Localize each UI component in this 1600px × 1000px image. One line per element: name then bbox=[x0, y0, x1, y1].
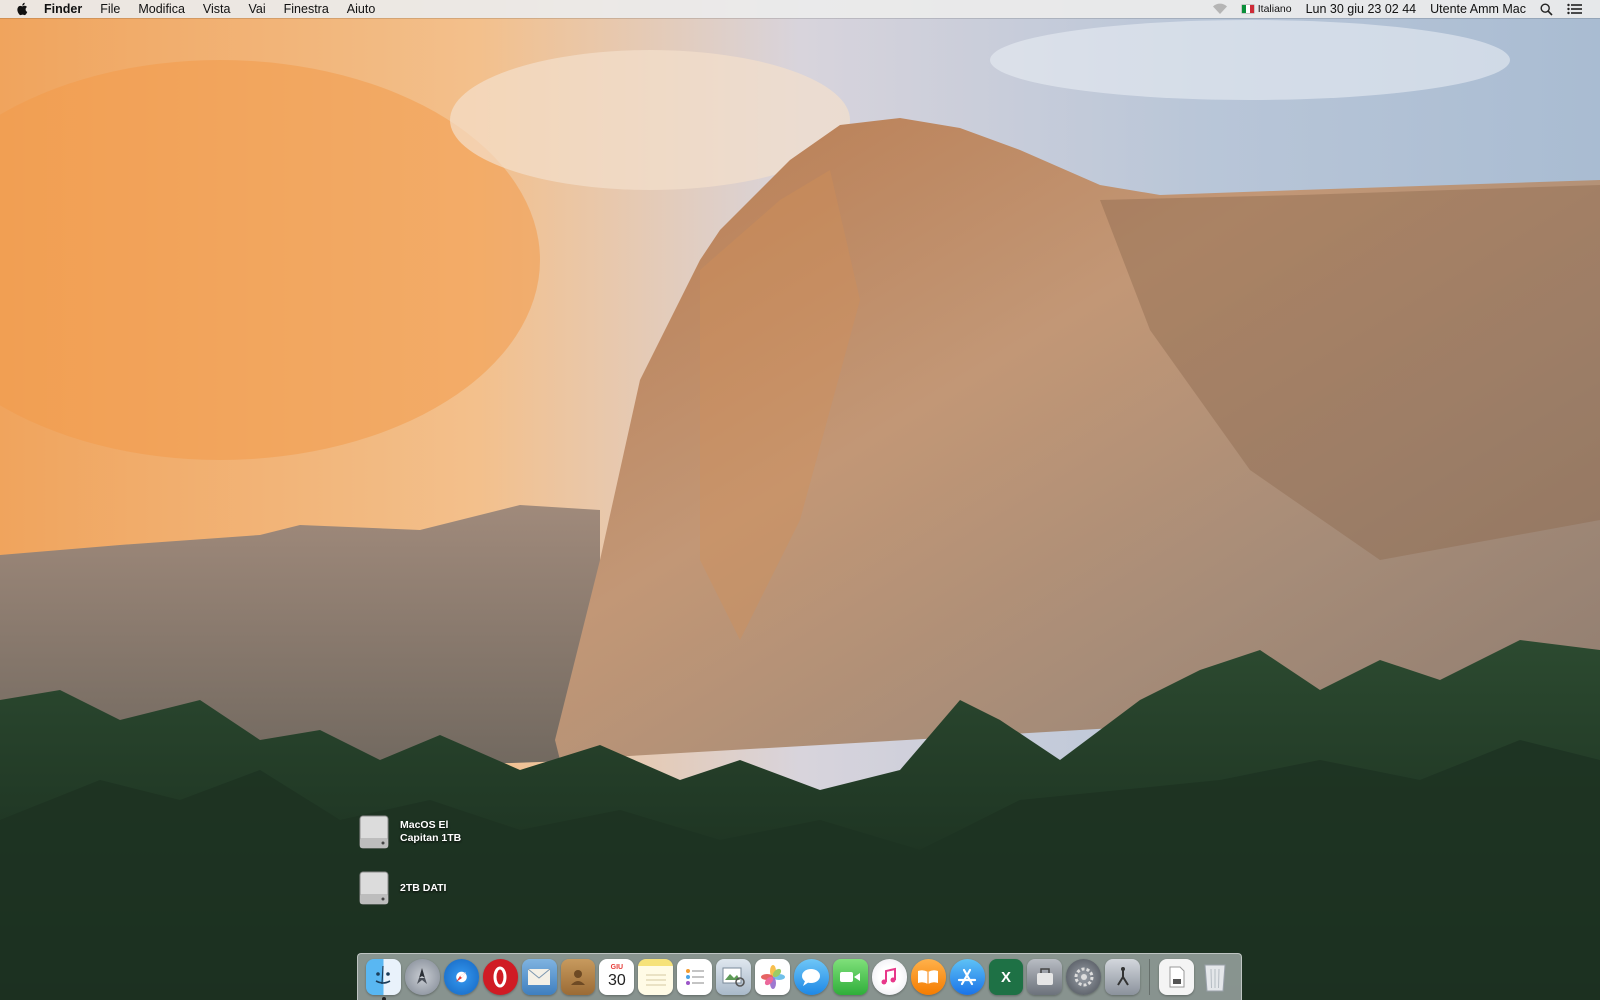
excel-letter: X bbox=[1000, 968, 1011, 986]
calendar-icon[interactable]: GIU 30 bbox=[599, 959, 635, 995]
facetime-icon[interactable] bbox=[832, 959, 868, 995]
calendar-month: GIU bbox=[610, 964, 624, 971]
system-tool-icon[interactable] bbox=[1105, 959, 1141, 995]
excel-icon[interactable]: X bbox=[988, 959, 1024, 995]
dock: GIU 30 X bbox=[357, 953, 1242, 1000]
hard-drive-icon bbox=[359, 815, 389, 849]
desktop-drive-macos[interactable]: MacOS El Capitan 1TB bbox=[358, 814, 470, 850]
launchpad-icon[interactable] bbox=[404, 959, 440, 995]
calendar-day: 30 bbox=[607, 972, 626, 989]
finder-icon[interactable] bbox=[366, 959, 401, 1000]
mail-icon[interactable] bbox=[521, 959, 557, 995]
drive-label-line1: 2TB DATI bbox=[400, 881, 447, 894]
utility-icon[interactable] bbox=[1027, 959, 1063, 995]
apple-menu-icon[interactable] bbox=[16, 2, 30, 16]
menu-vai[interactable]: Vai bbox=[239, 0, 274, 18]
appstore-icon[interactable] bbox=[949, 959, 985, 995]
desktop[interactable]: Finder File Modifica Vista Vai Finestra … bbox=[0, 0, 1600, 1000]
contacts-icon[interactable] bbox=[560, 959, 596, 995]
menu-file[interactable]: File bbox=[91, 0, 129, 18]
desktop-drive-2tb[interactable]: 2TB DATI bbox=[358, 870, 470, 906]
reminders-icon[interactable] bbox=[677, 959, 713, 995]
safari-icon[interactable] bbox=[443, 959, 479, 995]
hard-drive-icon bbox=[359, 871, 389, 905]
user-menu[interactable]: Utente Amm Mac bbox=[1423, 0, 1533, 18]
preview-icon[interactable] bbox=[716, 959, 752, 995]
menubar-clock[interactable]: Lun 30 giu 23 02 44 bbox=[1299, 0, 1424, 18]
drive-label-line1: MacOS El bbox=[400, 819, 449, 831]
document-icon[interactable] bbox=[1159, 959, 1194, 995]
menu-finestra[interactable]: Finestra bbox=[275, 0, 338, 18]
spotlight-search-icon[interactable] bbox=[1533, 2, 1560, 16]
menu-modifica[interactable]: Modifica bbox=[129, 0, 194, 18]
drive-label-line2: Capitan 1TB bbox=[400, 832, 462, 844]
trash-icon[interactable] bbox=[1198, 959, 1233, 995]
ibooks-icon[interactable] bbox=[910, 959, 946, 995]
notes-icon[interactable] bbox=[638, 959, 674, 995]
menu-aiuto[interactable]: Aiuto bbox=[338, 0, 385, 18]
photos-icon[interactable] bbox=[755, 959, 790, 995]
input-source-label: Italiano bbox=[1257, 3, 1292, 15]
wallpaper-image bbox=[0, 0, 1600, 1000]
opera-icon[interactable] bbox=[482, 959, 518, 995]
menu-bar: Finder File Modifica Vista Vai Finestra … bbox=[0, 0, 1600, 18]
itunes-icon[interactable] bbox=[871, 959, 907, 995]
system-preferences-icon[interactable] bbox=[1066, 959, 1102, 995]
wifi-icon[interactable] bbox=[1205, 3, 1235, 15]
dock-separator bbox=[1149, 959, 1151, 995]
input-source-menu[interactable]: Italiano bbox=[1235, 0, 1299, 18]
notification-center-icon[interactable] bbox=[1560, 3, 1590, 15]
messages-icon[interactable] bbox=[793, 959, 829, 995]
menu-finder[interactable]: Finder bbox=[40, 0, 91, 18]
menu-vista[interactable]: Vista bbox=[194, 0, 240, 18]
italy-flag-icon bbox=[1241, 5, 1254, 13]
